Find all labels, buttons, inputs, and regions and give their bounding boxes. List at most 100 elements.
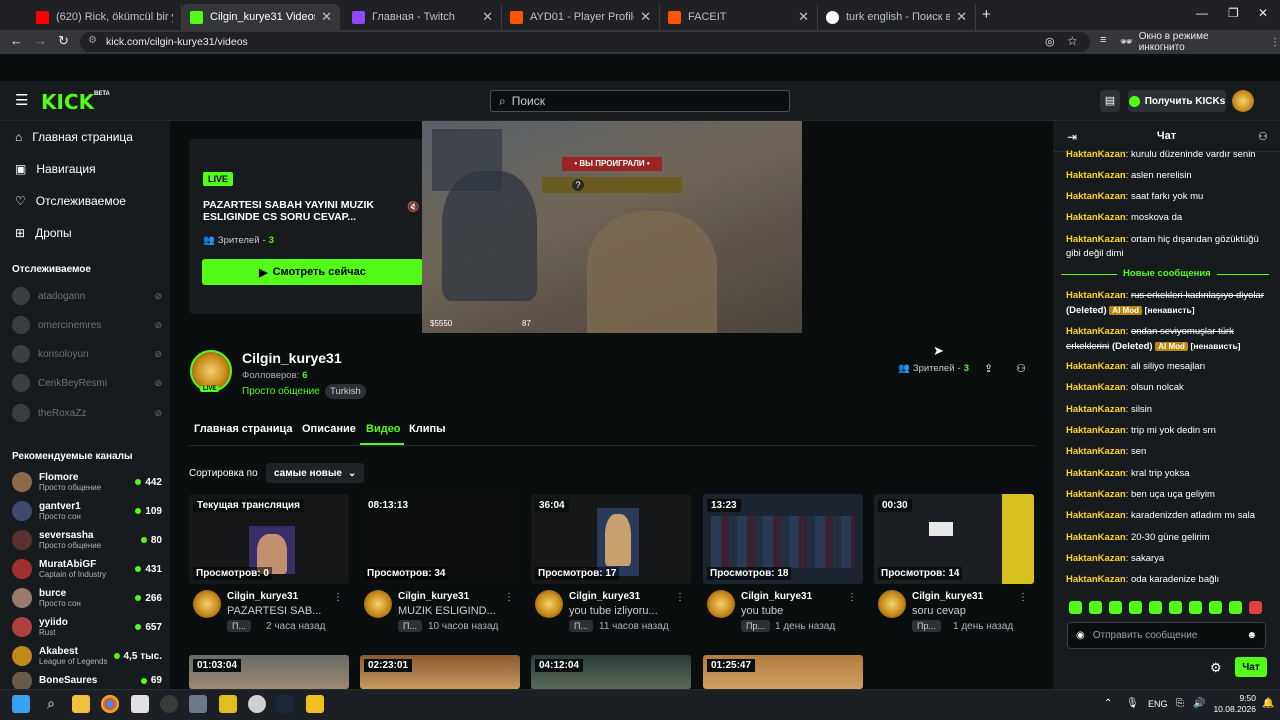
avatar[interactable] [878,590,906,618]
browser-tab[interactable]: Главная - Twitch ✕ [344,4,502,30]
bookmark-star-icon[interactable]: ☆ [1067,34,1078,48]
emote-icon[interactable] [1069,601,1082,614]
tab-clips[interactable]: Клипы [409,423,446,435]
avatar[interactable] [535,590,563,618]
obs-icon[interactable] [160,695,178,713]
windows-start-icon[interactable] [12,695,30,713]
following-channel[interactable]: atadogann ⊘ [12,286,162,306]
watch-now-button[interactable]: ▶ Смотреть сейчас [202,259,423,285]
video-thumbnail[interactable]: Текущая трансляция Просмотров: 0 [189,494,349,584]
recommended-channel[interactable]: BoneSaures 69 [12,672,162,689]
more-options-icon[interactable]: ⋮ [1018,592,1028,603]
user-avatar[interactable] [1232,90,1254,112]
url-bar[interactable]: ⚙ kick.com/cilgin-kurye31/videos ◎ ☆ [80,32,1090,52]
site-info-icon[interactable]: ⚙ [88,35,97,46]
more-options-icon[interactable]: ⋮ [333,592,343,603]
kick-logo[interactable]: KICK [41,90,94,114]
live-video-preview[interactable]: • ВЫ ПРОИГРАЛИ • ? $5550 87 [422,121,802,333]
video-thumbnail[interactable]: 36:04 Просмотров: 17 [531,494,691,584]
emote-icon[interactable] [1169,601,1182,614]
close-tab-icon[interactable]: ✕ [798,9,809,25]
video-thumbnail[interactable]: 00:30 Просмотров: 14 [874,494,1034,584]
chrome-icon[interactable] [101,695,119,713]
emote-icon[interactable] [1249,601,1262,614]
emote-icon[interactable] [1209,601,1222,614]
video-thumbnail[interactable]: 08:13:13 Просмотров: 34 [360,494,520,584]
share-icon[interactable]: ⇪ [984,362,993,375]
tab-about[interactable]: Описание [302,423,356,435]
close-tab-icon[interactable]: ✕ [640,9,651,25]
tab-videos[interactable]: Видео [366,423,401,435]
chat-users-icon[interactable]: ⚇ [1258,130,1268,143]
more-options-icon[interactable]: ⋮ [847,592,857,603]
file-explorer-icon[interactable] [72,695,90,713]
recommended-channel[interactable]: seversasha Просто общение 80 [12,527,162,553]
sidebar-item-browse[interactable]: ▣ Навигация [15,159,96,179]
get-kicks-button[interactable]: Получить KICKs [1128,90,1226,112]
reload-icon[interactable]: ↻ [58,33,69,49]
new-tab-icon[interactable]: + [982,6,991,23]
store-icon[interactable] [131,695,149,713]
avatar[interactable] [193,590,221,618]
close-window-icon[interactable]: ✕ [1258,6,1268,20]
chat-input[interactable]: ◉ Отправить сообщение ☻ [1067,622,1266,649]
following-channel[interactable]: omercinemres ⊘ [12,315,162,335]
eye-off-icon[interactable]: ◎ [1045,35,1055,48]
emote-icon[interactable] [1089,601,1102,614]
category-link[interactable]: Просто общение [242,386,320,397]
recommended-channel[interactable]: Flomore Просто общение 442 [12,469,162,495]
more-options-icon[interactable]: ⋮ [675,592,685,603]
browser-tab[interactable]: (620) Rick, ökümcül bir yumruk [28,4,182,30]
emote-icon[interactable] [1189,601,1202,614]
recommended-channel[interactable]: MuratAbiGF Captain of Industry 431 [12,556,162,582]
app-icon[interactable] [219,695,237,713]
mouse-app-icon[interactable] [248,695,266,713]
clock[interactable]: 9:50 10.08.2026 [1212,693,1256,715]
browser-tab[interactable]: AYD01 - Player Profile - FACEIT ✕ [502,4,660,30]
recommended-channel[interactable]: yyiido Rust 657 [12,614,162,640]
sidebar-item-drops[interactable]: ⊞ Дропы [15,223,72,243]
chat-mode-icon[interactable]: ◉ [1076,630,1085,641]
forward-icon[interactable]: → [34,33,47,48]
send-chat-button[interactable]: Чат [1235,657,1267,677]
recommended-channel[interactable]: Akabest League of Legends 4,5 тыс. [12,643,162,669]
video-thumbnail[interactable]: 01:25:47 [703,655,863,689]
avatar[interactable] [707,590,735,618]
muted-icon[interactable]: 🔇 [407,202,419,213]
media-control-icon[interactable]: ≡ [1100,34,1106,46]
close-tab-icon[interactable]: ✕ [321,9,332,25]
emoji-picker-icon[interactable]: ☻ [1246,630,1257,641]
notifications-icon[interactable]: 🔔 [1262,698,1274,709]
follow-user-icon[interactable]: ⚇ [1016,362,1026,375]
tray-chevron-icon[interactable]: ⌃ [1104,698,1112,709]
steam-icon[interactable] [276,695,294,713]
more-options-icon[interactable]: ⋮ [504,592,514,603]
emote-icon[interactable] [1149,601,1162,614]
menu-icon[interactable]: ☰ [15,93,28,108]
emote-icon[interactable] [1109,601,1122,614]
language-tag[interactable]: Turkish [325,384,366,399]
avatar[interactable] [364,590,392,618]
video-thumbnail[interactable]: 04:12:04 [531,655,691,689]
sidebar-item-home[interactable]: ⌂ Главная страница [15,127,133,147]
back-icon[interactable]: ← [10,33,23,48]
browser-tab[interactable]: FACEIT ✕ [660,4,818,30]
following-channel[interactable]: CenkBeyResmi ⊘ [12,373,162,393]
video-thumbnail[interactable]: 01:03:04 [189,655,349,689]
emote-icon[interactable] [1229,601,1242,614]
emote-icon[interactable] [1129,601,1142,614]
minimize-icon[interactable]: — [1196,6,1208,20]
incognito-indicator[interactable]: 🕶 Окно в режиме инкогнито ⋮ [1120,31,1280,53]
network-icon[interactable]: ⎘ [1176,698,1184,709]
following-channel[interactable]: theRoxaZz ⊘ [12,403,162,423]
close-tab-icon[interactable]: ✕ [482,9,493,25]
recommended-channel[interactable]: gantver1 Просто сон 109 [12,498,162,524]
close-tab-icon[interactable]: ✕ [956,9,967,25]
browser-menu-icon[interactable]: ⋮ [1270,37,1280,48]
sidebar-item-following[interactable]: ♡ Отслеживаемое [15,191,126,211]
sort-select[interactable]: самые новые ⌄ [266,463,365,483]
search-icon[interactable]: ⌕ [42,695,60,713]
recommended-channel[interactable]: burce Просто сон 266 [12,585,162,611]
restore-icon[interactable]: ❐ [1228,6,1239,20]
volume-icon[interactable]: 🔊 [1193,698,1205,709]
